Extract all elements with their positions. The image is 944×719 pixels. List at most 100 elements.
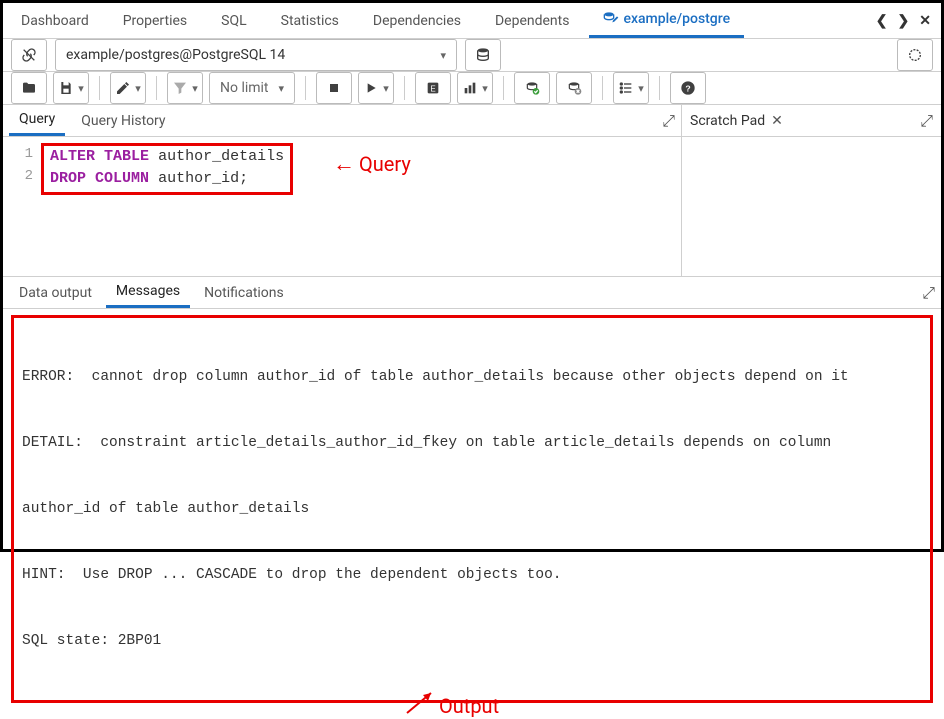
bar-chart-icon xyxy=(462,80,478,96)
editor-tabs: Query Query History ⤢ xyxy=(3,105,681,136)
explain-button[interactable]: E xyxy=(415,72,451,104)
list-icon xyxy=(618,80,634,96)
tabs-close-icon[interactable]: ✕ xyxy=(919,13,931,29)
tab-sql[interactable]: SQL xyxy=(207,5,260,37)
explain-analyze-button[interactable]: ▾ xyxy=(457,72,493,104)
save-icon xyxy=(58,80,74,96)
message-line: author_id of table author_details xyxy=(22,498,922,520)
sql-editor[interactable]: 1 2 ALTER TABLE author_details DROP COLU… xyxy=(3,137,681,276)
chevron-down-icon: ▾ xyxy=(78,82,84,95)
tab-data-output[interactable]: Data output xyxy=(9,279,102,307)
messages-output: ERROR: cannot drop column author_id of t… xyxy=(11,315,933,703)
connection-label: example/postgres@PostgreSQL 14 xyxy=(66,47,285,63)
tab-dependencies[interactable]: Dependencies xyxy=(359,5,475,37)
expand-editor-icon[interactable]: ⤢ xyxy=(662,111,675,131)
tab-dashboard[interactable]: Dashboard xyxy=(7,5,103,37)
message-line: DETAIL: constraint article_details_autho… xyxy=(22,432,922,454)
execute-button[interactable]: ▾ xyxy=(358,72,394,104)
chevron-down-icon: ▾ xyxy=(638,82,644,95)
chevron-down-icon: ▾ xyxy=(135,82,141,95)
chevron-down-icon: ▾ xyxy=(440,49,446,62)
explain-icon: E xyxy=(425,80,441,96)
tab-query-history[interactable]: Query History xyxy=(71,107,175,135)
reset-icon xyxy=(907,47,923,63)
arrow-icon xyxy=(403,691,433,717)
sql-keyword: COLUMN xyxy=(95,170,149,187)
chevron-down-icon: ▾ xyxy=(279,82,285,95)
new-connection-button[interactable] xyxy=(465,39,501,71)
scratch-pad-header: Scratch Pad ✕ ⤢ xyxy=(681,105,941,136)
svg-text:E: E xyxy=(430,84,435,93)
tabs-prev-icon[interactable]: ❮ xyxy=(876,13,888,29)
help-button[interactable]: ? xyxy=(670,72,706,104)
code-area: ALTER TABLE author_details DROP COLUMN a… xyxy=(41,143,293,270)
main-tabs: Dashboard Properties SQL Statistics Depe… xyxy=(3,3,941,39)
tab-query-tool-label: example/postgre xyxy=(623,11,730,27)
output-annotation: Output xyxy=(403,693,499,719)
query-toolbar: ▾ ▾ ▾ No limit ▾ ▾ E ▾ ▾ ? xyxy=(3,72,941,105)
rollback-icon xyxy=(566,80,582,96)
connection-status-button[interactable] xyxy=(11,39,47,71)
sql-keyword: DROP xyxy=(50,170,86,187)
chevron-down-icon: ▾ xyxy=(192,82,198,95)
edit-button[interactable]: ▾ xyxy=(110,72,146,104)
stop-button[interactable] xyxy=(316,72,352,104)
save-file-button[interactable]: ▾ xyxy=(53,72,89,104)
sql-identifier: author_id; xyxy=(158,170,248,187)
play-icon xyxy=(363,80,379,96)
tab-dependents[interactable]: Dependents xyxy=(481,5,583,37)
line-gutter: 1 2 xyxy=(9,143,41,270)
query-annotation-label: Query xyxy=(359,152,411,176)
query-annotation: Query xyxy=(333,151,411,177)
reset-layout-button[interactable] xyxy=(897,39,933,71)
tab-query-tool[interactable]: example/postgre xyxy=(589,3,744,38)
svg-text:?: ? xyxy=(685,83,690,93)
tab-properties[interactable]: Properties xyxy=(109,5,201,37)
database-icon xyxy=(475,47,491,63)
editor-header-row: Query Query History ⤢ Scratch Pad ✕ ⤢ xyxy=(3,105,941,137)
output-panel: ERROR: cannot drop column author_id of t… xyxy=(3,309,941,713)
tab-messages[interactable]: Messages xyxy=(106,277,190,308)
message-line: ERROR: cannot drop column author_id of t… xyxy=(22,366,922,388)
sql-identifier: author_details xyxy=(158,148,284,165)
expand-output-icon[interactable]: ⤢ xyxy=(922,283,935,303)
row-limit-label: No limit xyxy=(220,80,269,96)
scratch-pad[interactable] xyxy=(681,137,941,276)
gutter-line: 2 xyxy=(9,165,33,187)
sql-keyword: ALTER xyxy=(50,148,95,165)
gutter-line: 1 xyxy=(9,143,33,165)
query-highlight-box: ALTER TABLE author_details DROP COLUMN a… xyxy=(41,143,293,195)
output-annotation-label: Output xyxy=(439,694,499,718)
tab-notifications[interactable]: Notifications xyxy=(194,279,294,307)
pencil-icon xyxy=(115,80,131,96)
rollback-button[interactable] xyxy=(556,72,592,104)
scratch-pad-title: Scratch Pad xyxy=(690,113,765,129)
row-limit-select[interactable]: No limit ▾ xyxy=(209,72,295,104)
message-line: SQL state: 2BP01 xyxy=(22,630,922,652)
editor-area: 1 2 ALTER TABLE author_details DROP COLU… xyxy=(3,137,941,277)
database-edit-icon xyxy=(603,11,619,27)
tab-nav: ❮ ❯ ✕ xyxy=(876,13,941,29)
connection-row: example/postgres@PostgreSQL 14 ▾ xyxy=(3,39,941,72)
chevron-down-icon: ▾ xyxy=(383,82,389,95)
sql-keyword: TABLE xyxy=(104,148,149,165)
expand-scratch-pad-icon[interactable]: ⤢ xyxy=(920,111,933,131)
filter-button[interactable]: ▾ xyxy=(167,72,203,104)
filter-icon xyxy=(172,80,188,96)
unlink-icon xyxy=(21,47,37,63)
tab-query[interactable]: Query xyxy=(9,105,65,136)
macros-button[interactable]: ▾ xyxy=(613,72,649,104)
tabs-next-icon[interactable]: ❯ xyxy=(898,13,910,29)
folder-icon xyxy=(21,80,37,96)
open-file-button[interactable] xyxy=(11,72,47,104)
commit-icon xyxy=(524,80,540,96)
stop-icon xyxy=(326,80,342,96)
output-tabs: Data output Messages Notifications ⤢ xyxy=(3,277,941,309)
tab-statistics[interactable]: Statistics xyxy=(267,5,353,37)
close-scratch-pad-icon[interactable]: ✕ xyxy=(771,113,783,129)
connection-select[interactable]: example/postgres@PostgreSQL 14 ▾ xyxy=(55,39,457,71)
message-line: HINT: Use DROP ... CASCADE to drop the d… xyxy=(22,564,922,586)
commit-button[interactable] xyxy=(514,72,550,104)
chevron-down-icon: ▾ xyxy=(482,82,488,95)
help-icon: ? xyxy=(680,80,696,96)
